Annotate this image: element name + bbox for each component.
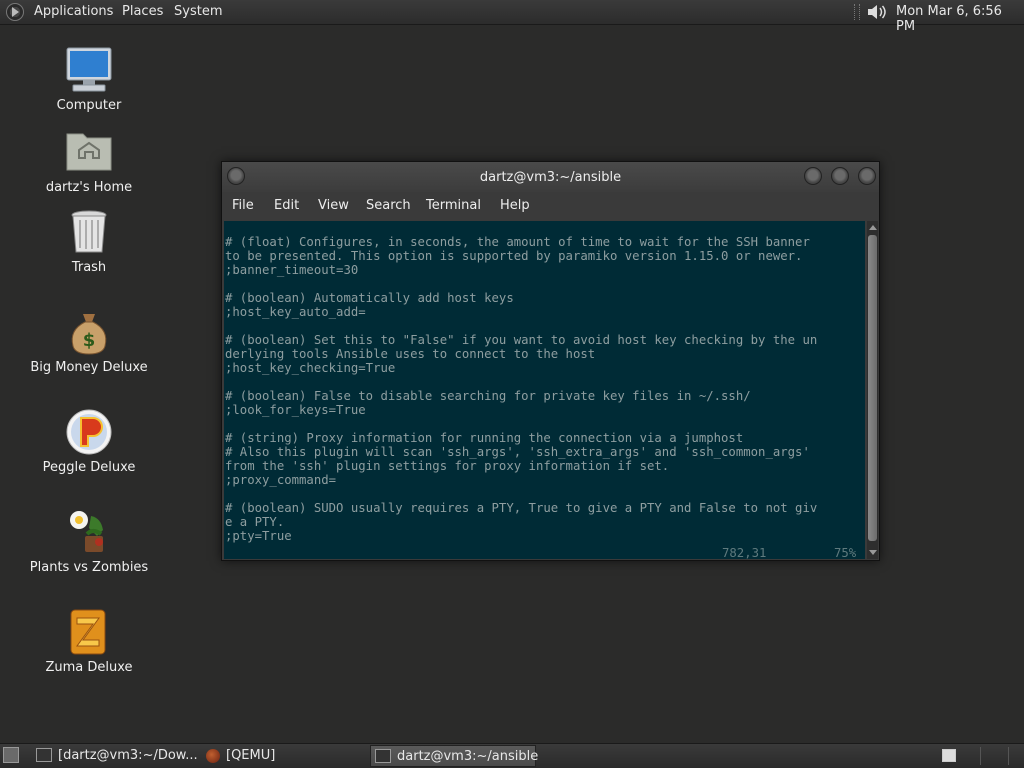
taskbar-item-terminal-downloads[interactable]: [dartz@vm3:~/Dow... [36,745,198,767]
taskbar-item-qemu[interactable]: [QEMU] [206,745,356,767]
workspace-1-icon[interactable] [942,749,956,762]
window-titlebar[interactable]: dartz@vm3:~/ansible [222,162,879,192]
volume-icon[interactable] [866,3,888,21]
menu-places[interactable]: Places [122,4,163,19]
scroll-up-arrow-icon[interactable] [869,225,877,230]
maximize-button[interactable] [831,167,849,185]
task-label: [dartz@vm3:~/Dow... [58,748,198,763]
desktop-icon-label: Big Money Deluxe [30,360,148,375]
zuma-icon [65,608,113,656]
home-folder-icon [65,128,113,176]
computer-icon [65,46,113,94]
tray-separator [854,4,860,20]
desktop-icon-label: Computer [56,98,122,113]
menu-search[interactable]: Search [366,198,411,213]
svg-text:$: $ [83,330,96,351]
desktop-icon-trash[interactable]: Trash [29,208,149,275]
desktop-icon-zuma[interactable]: Zuma Deluxe [29,608,149,675]
task-label: [QEMU] [226,748,276,763]
distro-logo-icon[interactable] [6,3,24,21]
terminal-scrollbar[interactable] [867,221,878,559]
bottom-panel: [dartz@vm3:~/Dow... [QEMU] dartz@vm3:~/a… [0,743,1024,768]
menu-applications[interactable]: Applications [34,4,113,19]
workspace-separator [980,747,981,765]
desktop-icon-peggle[interactable]: Peggle Deluxe [29,408,149,475]
desktop-icon-big-money[interactable]: $ Big Money Deluxe [29,308,149,375]
menu-view[interactable]: View [318,198,349,213]
taskbar-item-terminal-ansible[interactable]: dartz@vm3:~/ansible [370,745,539,767]
terminal-text: # (float) Configures, in seconds, the am… [225,235,818,543]
menu-terminal[interactable]: Terminal [426,198,481,213]
desktop-icon-label: Zuma Deluxe [45,660,133,675]
menu-system[interactable]: System [174,4,222,19]
desktop-icon-pvz[interactable]: Plants vs Zombies [29,508,149,575]
terminal-icon [375,748,391,763]
cursor-position: 782,31 [722,546,767,559]
clock[interactable]: Mon Mar 6, 6:56 PM [896,4,1024,34]
menu-help[interactable]: Help [500,198,530,213]
desktop-icon-label: Plants vs Zombies [29,560,149,575]
top-panel: Applications Places System Mon Mar 6, 6:… [0,0,1024,34]
window-menu-button[interactable] [227,167,245,185]
task-label: dartz@vm3:~/ansible [397,749,539,764]
desktop-icon-computer[interactable]: Computer [29,46,149,113]
money-bag-icon: $ [65,308,113,356]
peggle-icon [65,408,113,456]
desktop-icon-home[interactable]: dartz's Home [29,128,149,195]
minimize-button[interactable] [804,167,822,185]
scrollbar-thumb[interactable] [868,235,877,541]
terminal-menubar: File Edit View Search Terminal Help [222,192,879,220]
scroll-percent: 75% [834,546,857,559]
terminal-output[interactable]: # (float) Configures, in seconds, the am… [224,221,865,559]
window-title: dartz@vm3:~/ansible [479,170,622,185]
trash-icon [65,208,113,256]
terminal-icon [36,747,52,762]
close-button[interactable] [858,167,876,185]
plants-vs-zombies-icon [65,508,113,556]
menu-edit[interactable]: Edit [274,198,299,213]
show-desktop-icon[interactable] [3,747,19,763]
desktop-icon-label: dartz's Home [45,180,133,195]
desktop-icon-label: Peggle Deluxe [42,460,136,475]
terminal-window[interactable]: dartz@vm3:~/ansible File Edit View Searc… [221,161,880,561]
scroll-down-arrow-icon[interactable] [869,550,877,555]
qemu-icon [206,748,220,763]
workspace-2-icon[interactable] [1008,747,1009,765]
desktop-icon-label: Trash [71,260,107,275]
menu-file[interactable]: File [232,198,254,213]
